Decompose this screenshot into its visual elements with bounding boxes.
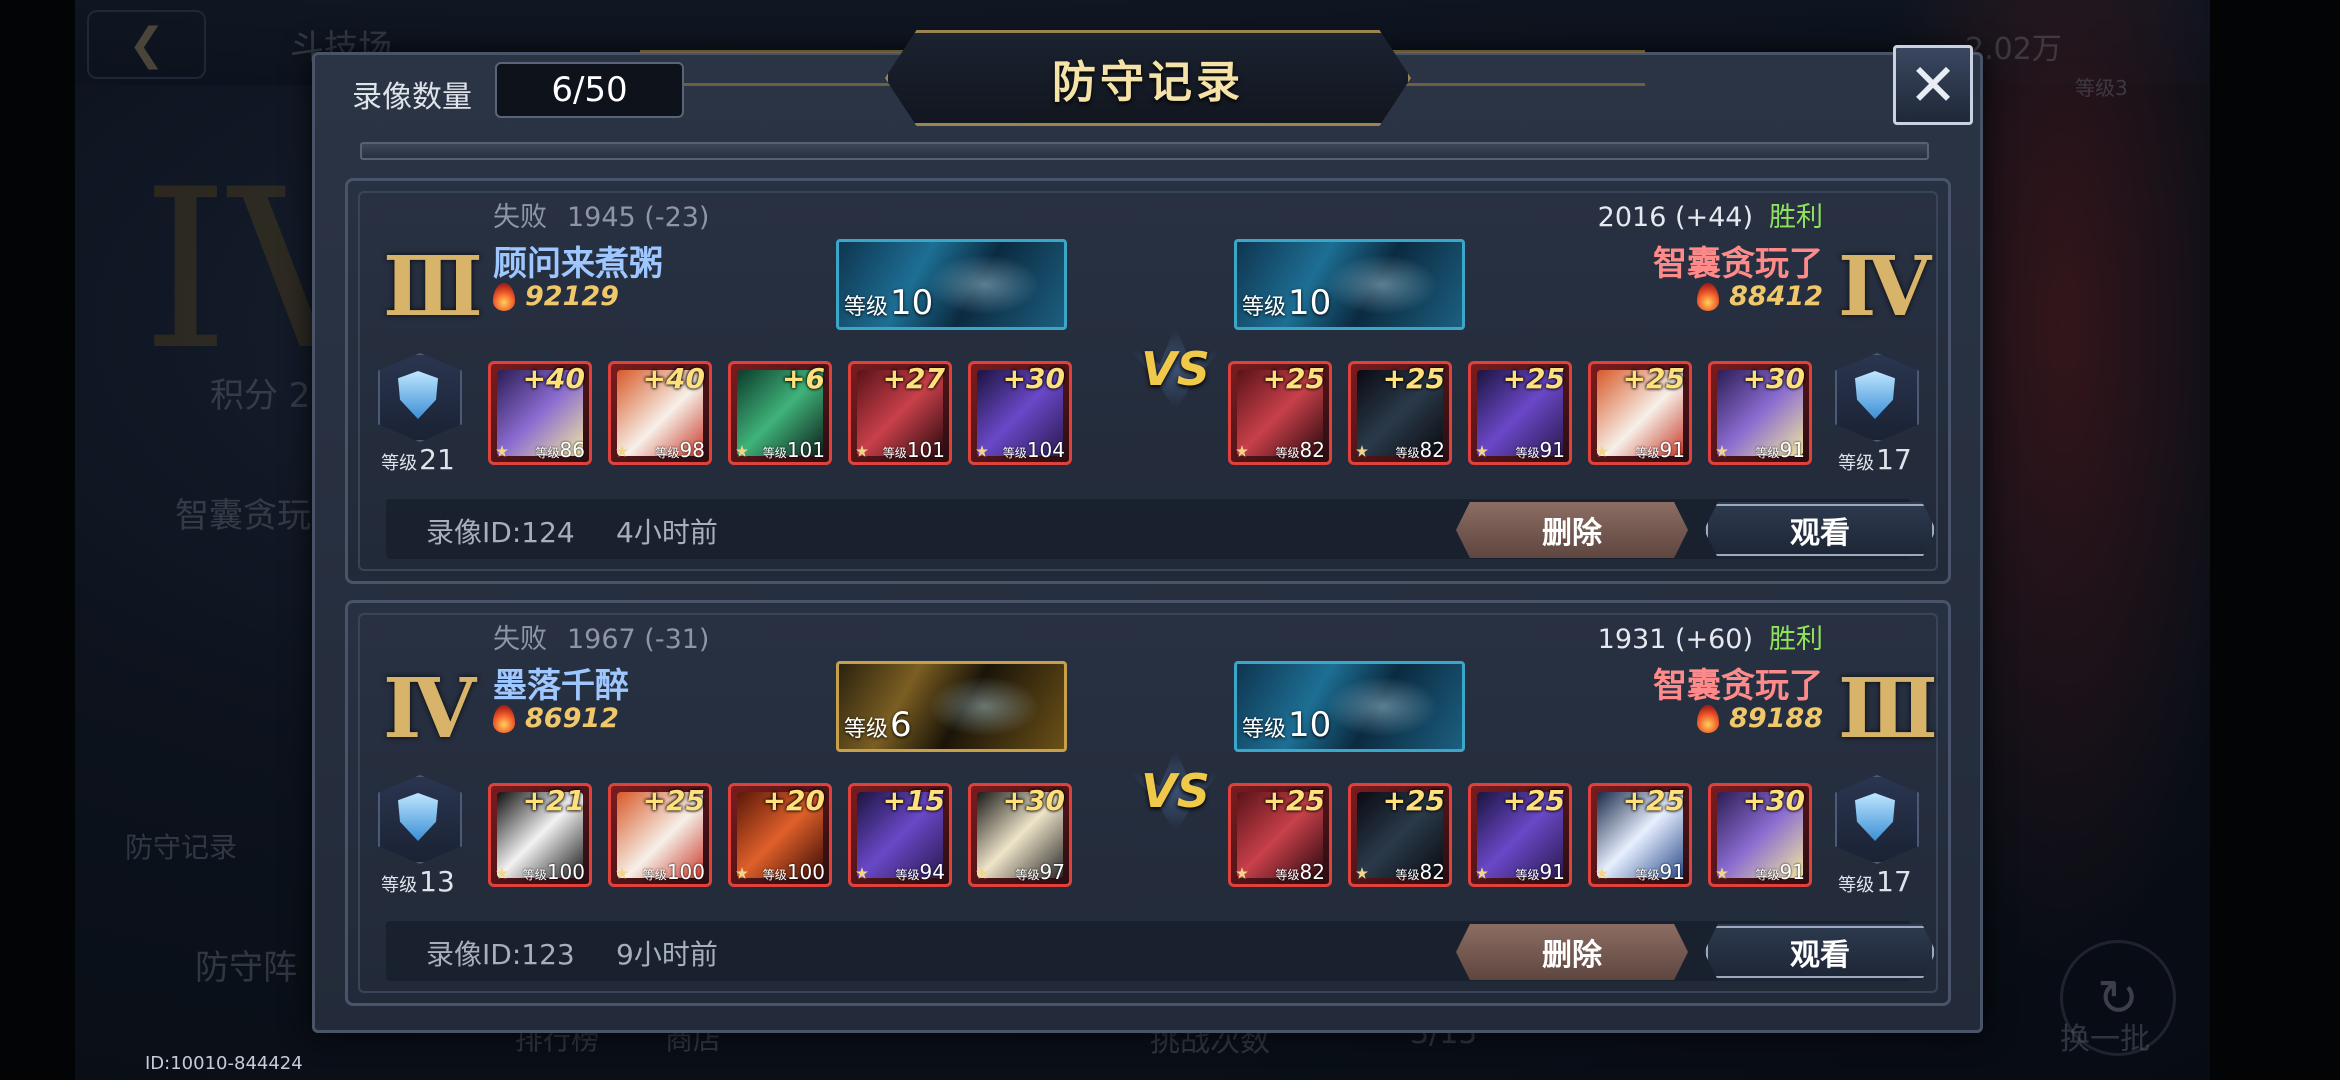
right-rank-numeral: Ⅳ bbox=[1838, 239, 1931, 335]
hero-card[interactable]: +30 等级104 bbox=[968, 361, 1072, 465]
record-id: 录像ID:124 bbox=[426, 516, 575, 549]
left-player-name: 顾问来煮粥 bbox=[493, 244, 663, 284]
right-score: 2016 (+44) bbox=[1597, 202, 1753, 233]
left-result: 失败 1945 (-23) bbox=[493, 195, 709, 234]
flame-icon bbox=[493, 704, 515, 733]
hero-card[interactable]: +25 等级91 bbox=[1468, 361, 1572, 465]
right-shield-level: 等级17 bbox=[1838, 443, 1912, 476]
right-beast-banner: 等级10 bbox=[1234, 661, 1465, 752]
modal-title: 防守记录 bbox=[1052, 57, 1244, 108]
left-power: 86912 bbox=[493, 703, 619, 734]
vs-text: VS bbox=[1141, 763, 1210, 818]
hero-card[interactable]: +30 等级91 bbox=[1708, 361, 1812, 465]
record-time: 4小时前 bbox=[616, 516, 718, 549]
hero-card[interactable]: +20 等级100 bbox=[728, 783, 832, 887]
record-card: Ⅳ Ⅲ 失败 1967 (-31) 1931 (+60) 胜利 墨落千醉 智囊贪玩了… bbox=[345, 600, 1951, 1006]
watch-button[interactable]: 观看 bbox=[1704, 924, 1936, 980]
left-rank-numeral: Ⅳ bbox=[383, 661, 476, 757]
beast-icon bbox=[924, 674, 1044, 739]
record-card: Ⅲ Ⅳ 失败 1945 (-23) 2016 (+44) 胜利 顾问来煮粥 智囊贪玩… bbox=[345, 178, 1951, 584]
record-time: 9小时前 bbox=[616, 938, 718, 971]
left-beast-banner: 等级10 bbox=[836, 239, 1067, 330]
left-banner-level: 等级6 bbox=[844, 705, 912, 745]
left-power-value: 86912 bbox=[525, 703, 619, 734]
left-shield-level: 等级13 bbox=[381, 865, 455, 898]
right-banner-level: 等级10 bbox=[1242, 283, 1332, 323]
hero-card[interactable]: +27 等级101 bbox=[848, 361, 952, 465]
left-beast-banner: 等级6 bbox=[836, 661, 1067, 752]
delete-button[interactable]: 删除 bbox=[1456, 502, 1688, 558]
hero-card[interactable]: +25 等级100 bbox=[608, 783, 712, 887]
delete-button[interactable]: 删除 bbox=[1456, 924, 1688, 980]
left-result-label: 失败 bbox=[493, 624, 547, 655]
right-result: 2016 (+44) 胜利 bbox=[1598, 195, 1823, 234]
watch-button[interactable]: 观看 bbox=[1704, 502, 1936, 558]
right-power-value: 88412 bbox=[1729, 281, 1823, 312]
list-top-edge bbox=[360, 142, 1929, 160]
hero-card[interactable]: +25 等级91 bbox=[1468, 783, 1572, 887]
left-shield-level: 等级21 bbox=[381, 443, 455, 476]
beast-icon bbox=[1322, 252, 1442, 317]
record-info-bar: 录像ID:123 9小时前 删除 观看 bbox=[386, 921, 1936, 981]
hero-card[interactable]: +30 等级97 bbox=[968, 783, 1072, 887]
left-result-label: 失败 bbox=[493, 202, 547, 233]
hero-card[interactable]: +25 等级91 bbox=[1588, 361, 1692, 465]
left-player-name: 墨落千醉 bbox=[493, 666, 629, 706]
right-result-label: 胜利 bbox=[1769, 624, 1823, 655]
left-score: 1967 (-31) bbox=[567, 624, 710, 655]
hero-card[interactable]: +40 等级86 bbox=[488, 361, 592, 465]
right-power-value: 89188 bbox=[1729, 703, 1823, 734]
flame-icon bbox=[1697, 704, 1720, 733]
left-banner-level: 等级10 bbox=[844, 283, 934, 323]
beast-icon bbox=[924, 252, 1044, 317]
left-power: 92129 bbox=[493, 281, 619, 312]
left-shield: 等级13 bbox=[378, 775, 462, 900]
hero-card[interactable]: +25 等级82 bbox=[1228, 783, 1332, 887]
vs-emblem: VS bbox=[1123, 748, 1228, 833]
left-rank-numeral: Ⅲ bbox=[383, 239, 483, 335]
vs-emblem: VS bbox=[1123, 326, 1228, 411]
right-shield-level: 等级17 bbox=[1838, 865, 1912, 898]
title-banner: 防守记录 bbox=[885, 30, 1411, 126]
vs-text: VS bbox=[1141, 341, 1210, 396]
right-shield: 等级17 bbox=[1835, 353, 1919, 478]
right-score: 1931 (+60) bbox=[1597, 624, 1753, 655]
left-result: 失败 1967 (-31) bbox=[493, 617, 709, 656]
hero-card[interactable]: +25 等级91 bbox=[1588, 783, 1692, 887]
right-player-name: 智囊贪玩了 bbox=[1653, 244, 1823, 284]
beast-icon bbox=[1322, 674, 1442, 739]
record-count-value: 6/50 bbox=[495, 62, 684, 118]
close-icon[interactable]: ✕ bbox=[1893, 45, 1973, 125]
hero-card[interactable]: +21 等级100 bbox=[488, 783, 592, 887]
right-result-label: 胜利 bbox=[1769, 202, 1823, 233]
hero-card[interactable]: +30 等级91 bbox=[1708, 783, 1812, 887]
hero-card[interactable]: +6 等级101 bbox=[728, 361, 832, 465]
record-info-bar: 录像ID:124 4小时前 删除 观看 bbox=[386, 499, 1936, 559]
hero-card[interactable]: +25 等级82 bbox=[1348, 361, 1452, 465]
left-shield: 等级21 bbox=[378, 353, 462, 478]
record-count-label: 录像数量 bbox=[352, 80, 472, 115]
hero-card[interactable]: +40 等级98 bbox=[608, 361, 712, 465]
hero-card[interactable]: +15 等级94 bbox=[848, 783, 952, 887]
right-rank-numeral: Ⅲ bbox=[1838, 661, 1938, 757]
right-beast-banner: 等级10 bbox=[1234, 239, 1465, 330]
record-id: 录像ID:123 bbox=[426, 938, 575, 971]
hero-card[interactable]: +25 等级82 bbox=[1348, 783, 1452, 887]
right-power: 88412 bbox=[1697, 281, 1823, 312]
right-result: 1931 (+60) 胜利 bbox=[1598, 617, 1823, 656]
left-score: 1945 (-23) bbox=[567, 202, 710, 233]
right-power: 89188 bbox=[1697, 703, 1823, 734]
flame-icon bbox=[493, 282, 515, 311]
right-shield: 等级17 bbox=[1835, 775, 1919, 900]
user-id-label: ID:10010-844424 bbox=[145, 1053, 303, 1074]
left-power-value: 92129 bbox=[525, 281, 619, 312]
hero-card[interactable]: +25 等级82 bbox=[1228, 361, 1332, 465]
flame-icon bbox=[1697, 282, 1720, 311]
right-banner-level: 等级10 bbox=[1242, 705, 1332, 745]
right-player-name: 智囊贪玩了 bbox=[1653, 666, 1823, 706]
